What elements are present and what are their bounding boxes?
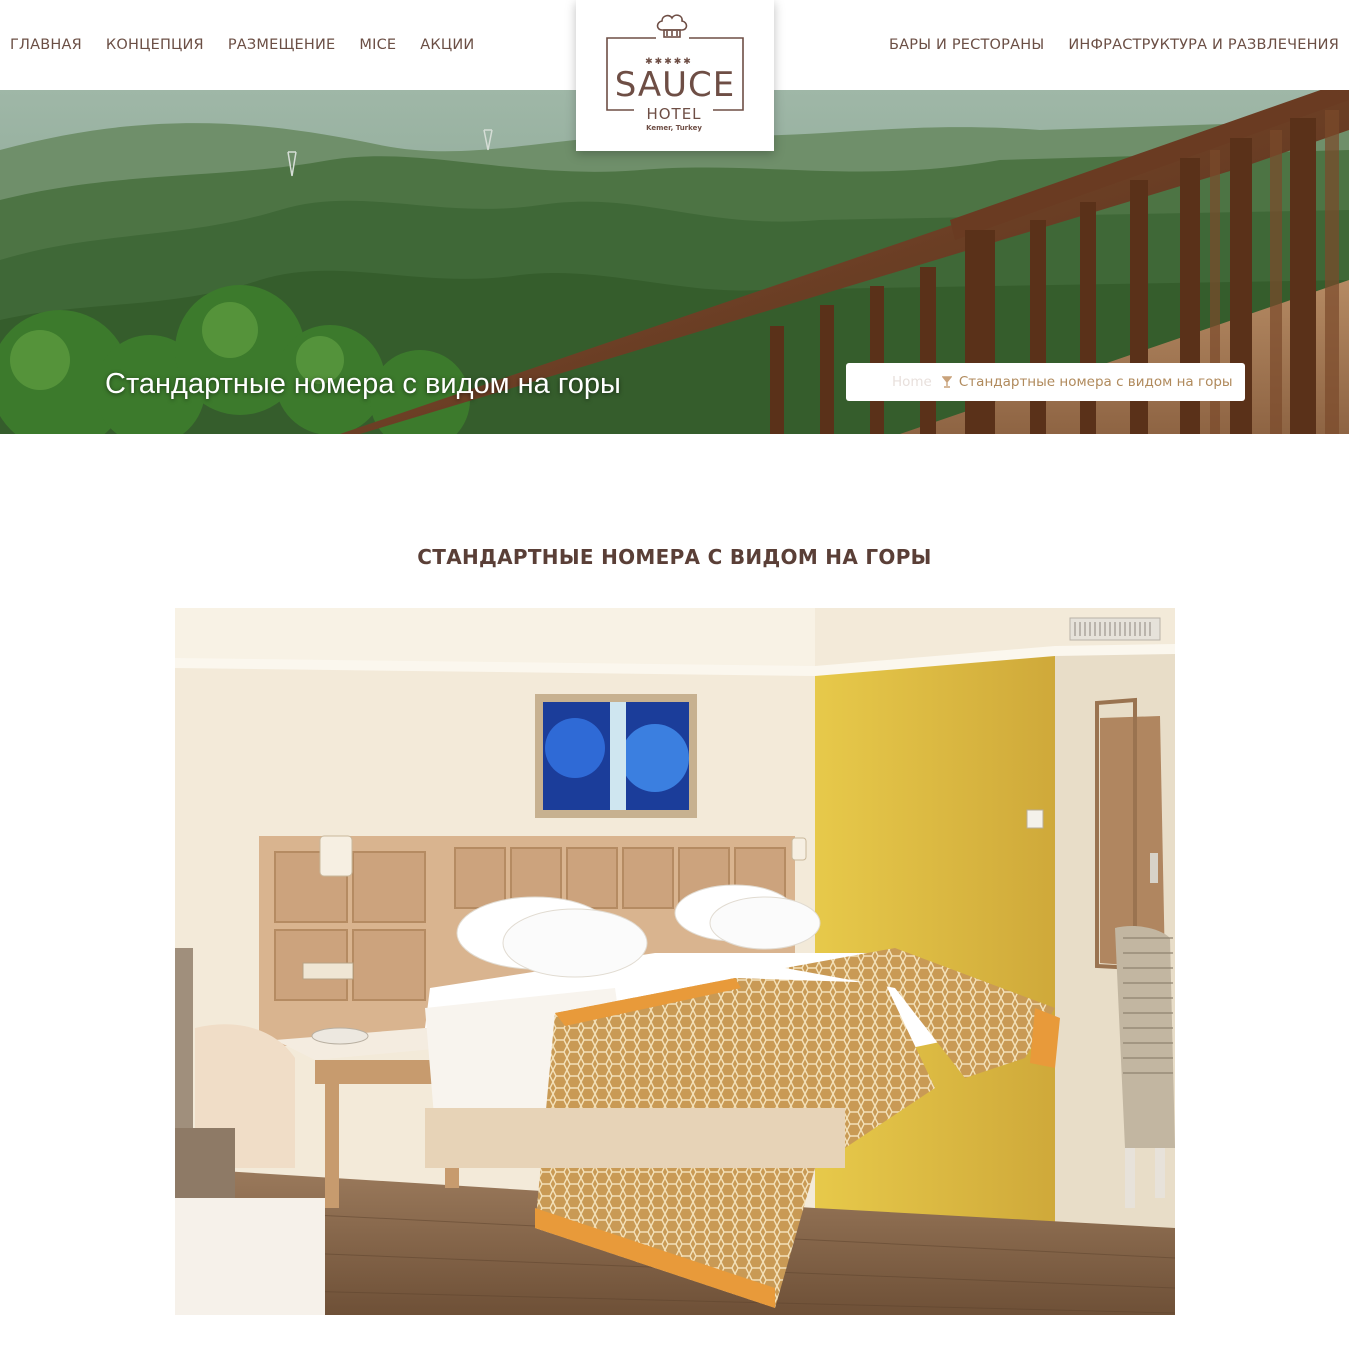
hero-title: Стандартные номера с видом на горы (105, 368, 621, 400)
room-photo (175, 608, 1175, 1315)
hotel-logo[interactable]: ✱✱✱✱✱ SAUCE HOTEL Kemer, Turkey (576, 0, 774, 151)
logo-graphic: ✱✱✱✱✱ SAUCE HOTEL Kemer, Turkey (606, 14, 744, 132)
breadcrumb-home-link[interactable]: Home (892, 374, 932, 390)
logo-name: SAUCE (615, 65, 736, 105)
nav-item-accommodation[interactable]: РАЗМЕЩЕНИЕ (228, 37, 336, 53)
logo-sub: HOTEL (646, 105, 701, 123)
nav-item-infrastructure[interactable]: ИНФРАСТРУКТУРА И РАЗВЛЕЧЕНИЯ (1068, 37, 1339, 53)
glass-icon (941, 376, 952, 388)
main-nav-left: ГЛАВНАЯ КОНЦЕПЦИЯ РАЗМЕЩЕНИЕ MICE АКЦИИ (10, 0, 498, 90)
nav-item-promotions[interactable]: АКЦИИ (420, 37, 474, 53)
logo-location: Kemer, Turkey (646, 124, 702, 132)
breadcrumb: Home Стандартные номера с видом на горы (846, 363, 1245, 401)
nav-item-home[interactable]: ГЛАВНАЯ (10, 37, 82, 53)
page-title: СТАНДАРТНЫЕ НОМЕРА С ВИДОМ НА ГОРЫ (417, 545, 932, 569)
nav-item-mice[interactable]: MICE (359, 37, 396, 53)
standard-room-image (175, 608, 1175, 1315)
nav-item-concept[interactable]: КОНЦЕПЦИЯ (106, 37, 204, 53)
breadcrumb-current: Стандартные номера с видом на горы (958, 374, 1233, 390)
main-nav-right: БАРЫ И РЕСТОРАНЫ ИНФРАСТРУКТУРА И РАЗВЛЕ… (865, 0, 1339, 90)
nav-item-bars-restaurants[interactable]: БАРЫ И РЕСТОРАНЫ (889, 37, 1044, 53)
chef-hat-icon (656, 14, 688, 38)
